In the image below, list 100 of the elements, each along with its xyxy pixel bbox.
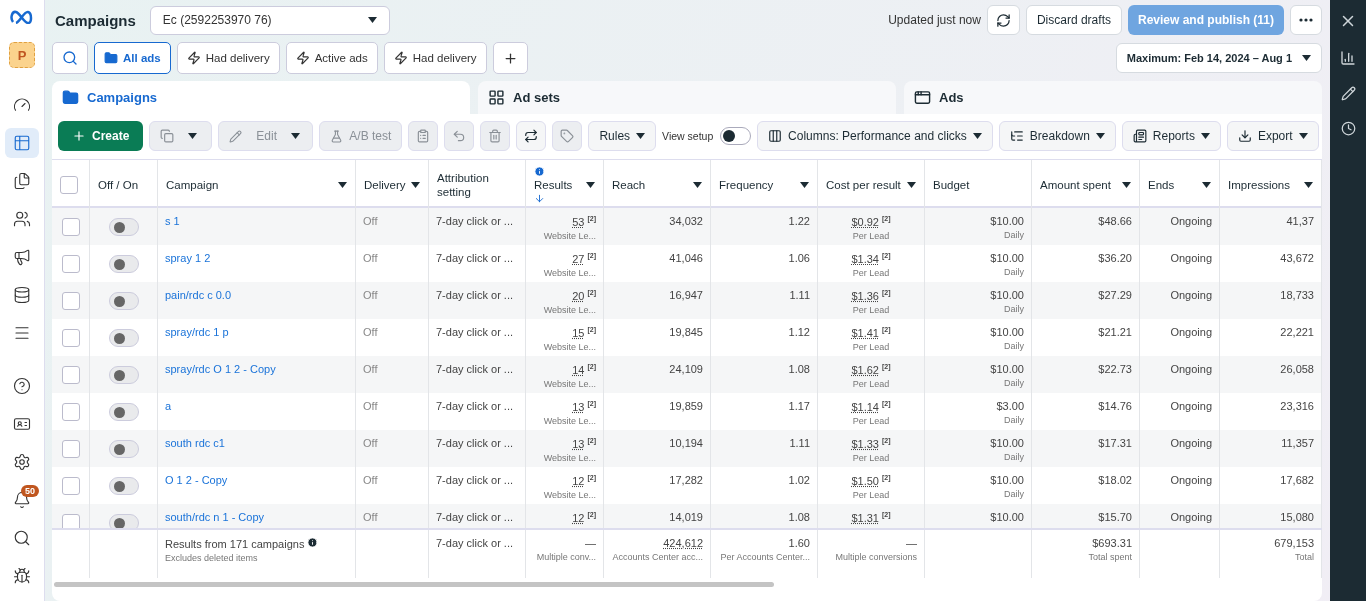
duplicate-button[interactable] — [149, 121, 213, 151]
cell-note: Multiple conv... — [536, 552, 596, 562]
row-checkbox[interactable] — [61, 329, 80, 347]
campaign-toggle[interactable] — [108, 218, 139, 236]
campaign-toggle[interactable] — [108, 514, 139, 528]
table-cell: 11,357 — [1281, 437, 1314, 449]
refresh-icon — [995, 12, 1011, 28]
sort-arrow-icon — [534, 193, 545, 204]
row-checkbox[interactable] — [61, 477, 80, 495]
table-cell: 7-day click or ... — [436, 437, 514, 449]
cell-note: Per Lead — [852, 415, 890, 426]
caret-icon — [291, 133, 301, 139]
tag-button[interactable] — [552, 121, 583, 151]
breakdown-icon — [1009, 129, 1024, 143]
table-cell: 7-day click or ... — [436, 363, 514, 375]
caret-icon — [1304, 182, 1313, 188]
table-cell: 43,672 — [1280, 252, 1314, 264]
copy-icon — [160, 129, 175, 143]
summary-title: Results from 171 campaigns — [165, 537, 319, 550]
pencil-icon[interactable] — [1340, 86, 1356, 101]
campaign-toggle[interactable] — [108, 292, 139, 310]
nav-item[interactable]: 50 — [5, 485, 39, 515]
view-setup-toggle[interactable] — [720, 127, 752, 145]
window-icon — [914, 89, 931, 106]
campaign-link[interactable]: spray 1 2 — [165, 252, 211, 264]
create-button[interactable]: Create — [58, 121, 144, 151]
campaign-toggle[interactable] — [108, 440, 139, 458]
row-checkbox[interactable] — [61, 366, 80, 384]
campaign-link[interactable]: s 1 — [165, 215, 180, 227]
table-cell: 19,845 — [669, 326, 703, 338]
campaign-link[interactable]: spray/rdc O 1 2 - Copy — [165, 363, 276, 375]
cell-note: Website Le... — [543, 230, 596, 241]
bug-icon — [13, 567, 31, 585]
table-cell: $36.20 — [1098, 252, 1132, 264]
caret-icon — [188, 133, 198, 139]
table-cell: Ongoing — [1170, 289, 1212, 301]
table-cell: 18,733 — [1280, 289, 1314, 301]
search-button[interactable] — [52, 42, 88, 74]
campaign-toggle[interactable] — [108, 403, 139, 421]
campaign-link[interactable]: a — [165, 400, 172, 412]
table-cell: 7-day click or ... — [436, 252, 514, 264]
chart-icon[interactable] — [1340, 50, 1356, 66]
breakdown-button[interactable]: Breakdown — [998, 121, 1116, 151]
tab[interactable]: Ads — [904, 81, 1322, 114]
table-cell: 7-day click or ... — [436, 537, 514, 549]
table-cell: 1.02 — [788, 474, 810, 486]
refresh-button[interactable] — [986, 5, 1020, 35]
campaign-link[interactable]: spray/rdc 1 p — [165, 326, 229, 338]
cell-note: Per Lead — [852, 452, 890, 463]
scrollbar-thumb[interactable] — [54, 581, 774, 587]
clock-icon[interactable] — [1340, 121, 1356, 136]
cell-note: Daily — [1004, 230, 1024, 240]
table-cell: $27.29 — [1098, 289, 1132, 301]
tab[interactable]: Ad sets — [478, 81, 896, 114]
table-cell: $18.02 — [1098, 474, 1132, 486]
campaign-link[interactable]: south/rdc n 1 - Copy — [165, 511, 265, 523]
caret-icon — [636, 133, 646, 139]
row-checkbox[interactable] — [61, 403, 80, 421]
account-dropdown[interactable]: Ec (2592253970 76) — [149, 5, 390, 35]
filter-chip[interactable]: Active ads — [285, 42, 378, 74]
table-cell: 1.11 — [789, 437, 810, 449]
swap-button[interactable] — [516, 121, 547, 151]
date-range-dropdown[interactable]: Maximum: Feb 14, 2024 – Aug 1 — [1115, 43, 1322, 73]
export-button[interactable]: Export — [1226, 121, 1319, 151]
campaign-link[interactable]: south rdc c1 — [165, 437, 225, 449]
table-cell: 16,947 — [669, 289, 703, 301]
update-status: Updated just now — [888, 13, 981, 27]
cell-note: Per Lead — [852, 267, 890, 278]
row-checkbox[interactable] — [61, 255, 80, 273]
campaign-toggle[interactable] — [108, 477, 139, 495]
campaign-link[interactable]: O 1 2 - Copy — [165, 474, 228, 486]
campaign-toggle[interactable] — [108, 366, 139, 384]
campaign-link[interactable]: pain/rdc c 0.0 — [165, 289, 232, 301]
help-icon — [13, 377, 31, 395]
tab[interactable]: Campaigns — [52, 81, 470, 114]
view-setup-label: View setup — [662, 129, 715, 143]
clipboard-button[interactable] — [408, 121, 439, 151]
campaign-toggle[interactable] — [108, 329, 139, 347]
campaign-toggle[interactable] — [108, 255, 139, 273]
rules-button[interactable]: Rules — [588, 121, 657, 151]
table-cell: 26,058 — [1280, 363, 1314, 375]
cell-note: Daily — [1004, 341, 1024, 351]
filter-chip[interactable]: Had delivery — [176, 42, 280, 74]
reports-button[interactable]: Reports — [1121, 121, 1221, 151]
discard-button[interactable]: Discard drafts — [1025, 5, 1122, 35]
table-cell: Ongoing — [1170, 511, 1212, 523]
bolt-icon — [295, 51, 310, 65]
row-checkbox[interactable] — [61, 292, 80, 310]
table-cell: 14,019 — [669, 511, 703, 523]
filter-chip[interactable]: Had delivery — [383, 42, 487, 74]
filter-chip[interactable]: All ads — [94, 42, 171, 74]
row-checkbox[interactable] — [61, 440, 80, 458]
row-checkbox[interactable] — [61, 218, 80, 236]
row-checkbox[interactable] — [61, 514, 80, 528]
cell-note: Daily — [1004, 267, 1024, 277]
trash-icon — [488, 129, 503, 143]
table-cell: 34,032 — [669, 215, 703, 227]
columns-button[interactable]: Columns: Performance and clicks — [757, 121, 993, 151]
table-cell: Off — [363, 363, 378, 375]
select-all-checkbox[interactable] — [60, 176, 78, 194]
